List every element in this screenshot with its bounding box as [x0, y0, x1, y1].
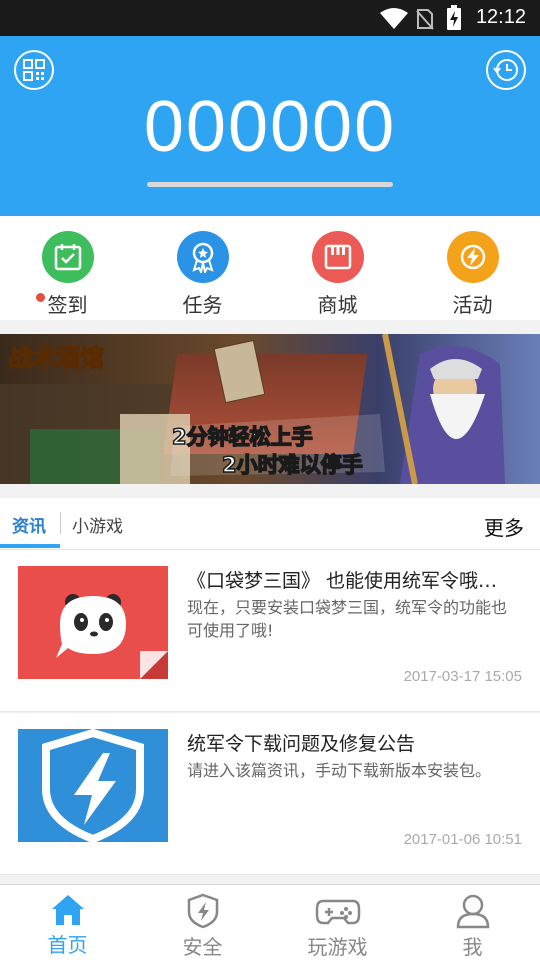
- code-underline: [147, 182, 393, 187]
- news-date: 2017-01-06 10:51: [403, 831, 522, 848]
- panda-logo-icon: [56, 594, 168, 679]
- action-store[interactable]: 商城: [270, 216, 405, 320]
- action-events[interactable]: 活动: [405, 216, 540, 320]
- promo-banner[interactable]: 战术酒馆 2分钟轻松上手 2小时难以停手: [0, 334, 540, 484]
- award-badge-icon: [191, 242, 214, 273]
- action-label: 商城: [317, 293, 358, 317]
- token-code: 000000: [143, 87, 397, 167]
- no-sim-icon: [416, 9, 434, 30]
- action-label: 活动: [452, 293, 493, 317]
- action-tasks[interactable]: 任务: [135, 216, 270, 320]
- battery-charging-icon: [447, 5, 461, 30]
- notification-dot: [36, 293, 45, 302]
- tasks-icon-circle: [176, 231, 229, 283]
- store-icon: [324, 244, 351, 270]
- news-thumbnail: [18, 566, 168, 679]
- status-bar: 12:12: [0, 0, 540, 36]
- wifi-icon: [380, 8, 408, 29]
- tab-mini-games[interactable]: 小游戏: [72, 512, 123, 537]
- gamepad-icon: [315, 899, 360, 925]
- nav-me[interactable]: 我: [405, 885, 540, 960]
- more-link[interactable]: 更多: [484, 512, 524, 541]
- nav-label: 首页: [47, 933, 88, 957]
- events-icon-circle: [446, 231, 499, 283]
- tab-news[interactable]: 资讯: [12, 512, 46, 537]
- user-icon: [456, 894, 489, 929]
- history-button[interactable]: [486, 50, 526, 90]
- lightning-shield-icon: [460, 244, 485, 270]
- news-tabs: 资讯 小游戏 更多: [0, 498, 540, 550]
- calendar-check-icon: [54, 244, 81, 271]
- action-checkin[interactable]: 签到: [0, 216, 135, 320]
- news-title: 《口袋梦三国》 也能使用统军令哦…: [187, 570, 498, 592]
- news-description: 请进入该篇资讯，手动下载新版本安装包。: [187, 761, 492, 780]
- qr-code-icon: [23, 59, 45, 81]
- home-icon: [51, 895, 84, 925]
- clock: 12:12: [475, 6, 526, 28]
- nav-home[interactable]: 首页: [0, 885, 135, 960]
- nav-label: 玩游戏: [307, 935, 368, 959]
- clock-history-icon: [493, 59, 518, 81]
- tab-divider: [60, 512, 61, 534]
- news-item[interactable]: 《口袋梦三国》 也能使用统军令哦… 现在，只要安装口袋梦三国，统军令的功能也可使…: [0, 550, 540, 712]
- shield-bolt-logo-icon: [42, 729, 144, 842]
- news-title: 统军令下载问题及修复公告: [187, 733, 416, 755]
- nav-label: 安全: [182, 935, 223, 959]
- header: 000000: [0, 36, 540, 216]
- store-icon-circle: [311, 231, 364, 283]
- action-label: 签到: [47, 293, 88, 317]
- banner-artwork: 战术酒馆 2分钟轻松上手 2小时难以停手: [0, 334, 540, 484]
- scan-button[interactable]: [14, 50, 54, 90]
- nav-label: 我: [462, 935, 483, 959]
- news-description: 现在，只要安装口袋梦三国，统军令的功能也可使用了哦!: [187, 598, 508, 640]
- active-tab-indicator: [0, 544, 60, 548]
- banner-slogan-1: 2分钟轻松上手: [172, 425, 313, 449]
- news-item[interactable]: 统军令下载问题及修复公告 请进入该篇资讯，手动下载新版本安装包。 2017-01…: [0, 713, 540, 875]
- shield-bolt-icon: [187, 893, 218, 929]
- news-thumbnail: [18, 729, 168, 842]
- news-date: 2017-03-17 15:05: [403, 668, 522, 685]
- action-label: 任务: [182, 293, 223, 317]
- nav-security[interactable]: 安全: [135, 885, 270, 960]
- bottom-nav: 首页 安全 玩游戏 我: [0, 884, 540, 960]
- checkin-icon-circle: [41, 231, 94, 283]
- banner-slogan-2: 2小时难以停手: [222, 453, 363, 477]
- nav-play-games[interactable]: 玩游戏: [270, 885, 405, 960]
- quick-actions: 签到 任务 商城 活动: [0, 216, 540, 320]
- banner-game-title: 战术酒馆: [8, 344, 104, 372]
